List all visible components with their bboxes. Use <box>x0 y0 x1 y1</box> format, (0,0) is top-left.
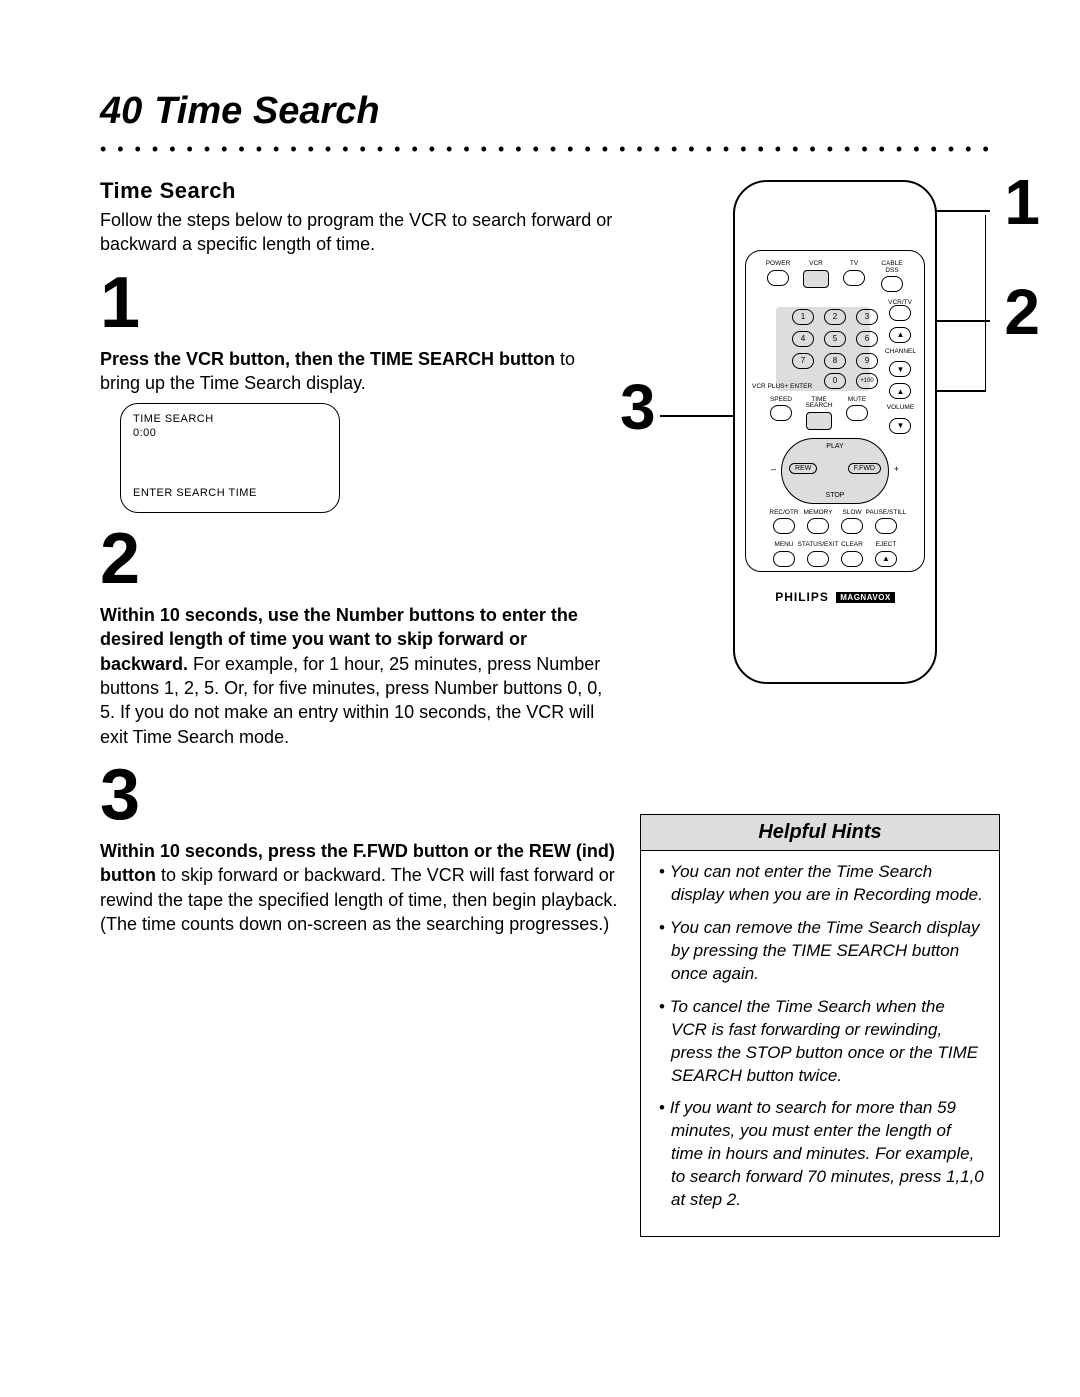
label-vcr: VCR <box>809 261 823 268</box>
status-button[interactable] <box>807 551 829 567</box>
nav-plus: + <box>894 464 899 474</box>
callout-2-bracket <box>985 215 987 390</box>
vcr-display-panel: TIME SEARCH 0:00 ENTER SEARCH TIME <box>120 403 340 513</box>
keypad-3[interactable]: 3 <box>856 309 878 325</box>
label-mute: MUTE <box>848 397 866 404</box>
label-pause: PAUSE/STILL <box>866 510 907 517</box>
hint-item: If you want to search for more than 59 m… <box>659 1097 985 1212</box>
helpful-hints-title: Helpful Hints <box>641 815 999 851</box>
rew-button[interactable]: REW <box>789 463 817 474</box>
page-title: Time Search <box>154 90 379 133</box>
dotted-rule: • • • • • • • • • • • • • • • • • • • • … <box>100 139 1000 160</box>
label-clear: CLEAR <box>841 542 863 549</box>
display-line-1: TIME SEARCH <box>133 412 327 426</box>
label-tv: TV <box>850 261 858 268</box>
keypad-4[interactable]: 4 <box>792 331 814 347</box>
remote-inner: POWER VCR TV CABLE DSS VCR/TV 1 2 <box>745 250 925 572</box>
label-eject: EJECT <box>876 542 897 549</box>
display-line-3: ENTER SEARCH TIME <box>133 486 327 500</box>
stop-button[interactable]: STOP <box>781 492 889 499</box>
transport-pad: PLAY STOP REW F.FWD – + <box>781 438 889 504</box>
hint-item: You can not enter the Time Search displa… <box>659 861 985 907</box>
step-2-body: Within 10 seconds, use the Number button… <box>100 603 620 749</box>
cable-button[interactable] <box>881 276 903 292</box>
keypad-7[interactable]: 7 <box>792 353 814 369</box>
ffwd-button[interactable]: F.FWD <box>848 463 881 474</box>
step-3-rest: to skip forward or backward. The VCR wil… <box>100 865 617 934</box>
page-header: 40 Time Search <box>100 90 1000 133</box>
hint-item: You can remove the Time Search display b… <box>659 917 985 986</box>
remote-illustration: 1 2 3 POWER VCR TV CABLE DSS <box>670 180 1000 684</box>
brand-main: PHILIPS <box>775 590 829 604</box>
label-memory: MEMORY <box>803 510 832 517</box>
label-speed: SPEED <box>770 397 792 404</box>
menu-button[interactable] <box>773 551 795 567</box>
keypad-5[interactable]: 5 <box>824 331 846 347</box>
manual-page: 40 Time Search • • • • • • • • • • • • •… <box>0 0 1080 1016</box>
step-1-body: Press the VCR button, then the TIME SEAR… <box>100 347 620 396</box>
nav-minus: – <box>771 464 776 474</box>
tv-button[interactable] <box>843 270 865 286</box>
label-timesearch: TIME SEARCH <box>805 397 833 410</box>
keypad-6[interactable]: 6 <box>856 331 878 347</box>
right-column: 1 2 3 POWER VCR TV CABLE DSS <box>640 180 1000 1237</box>
play-button[interactable]: PLAY <box>781 443 889 450</box>
label-recotr: REC/OTR <box>769 510 798 517</box>
label-status: STATUS/EXIT <box>798 542 839 549</box>
label-cable: CABLE DSS <box>878 261 906 274</box>
keypad-8[interactable]: 8 <box>824 353 846 369</box>
keypad-0[interactable]: 0 <box>824 373 846 389</box>
hint-item: To cancel the Time Search when the VCR i… <box>659 996 985 1088</box>
helpful-hints-box: Helpful Hints You can not enter the Time… <box>640 814 1000 1237</box>
helpful-hints-list: You can not enter the Time Search displa… <box>641 851 999 1236</box>
keypad-100[interactable]: +100 <box>856 373 878 389</box>
label-slow: SLOW <box>842 510 861 517</box>
brand-sub: MAGNAVOX <box>836 592 895 603</box>
label-power: POWER <box>766 261 791 268</box>
callout-2: 2 <box>1004 280 1040 344</box>
slow-button[interactable] <box>841 518 863 534</box>
pause-button[interactable] <box>875 518 897 534</box>
vcr-button[interactable] <box>803 270 829 288</box>
rec-button[interactable] <box>773 518 795 534</box>
memory-button[interactable] <box>807 518 829 534</box>
step-1-bold: Press the VCR button, then the TIME SEAR… <box>100 349 555 369</box>
label-menu: MENU <box>774 542 793 549</box>
display-line-2: 0:00 <box>133 426 327 440</box>
page-number: 40 <box>100 90 142 133</box>
keypad-2[interactable]: 2 <box>824 309 846 325</box>
eject-button[interactable]: ▲ <box>875 551 897 567</box>
remote-outline: POWER VCR TV CABLE DSS VCR/TV 1 2 <box>733 180 937 684</box>
clear-button[interactable] <box>841 551 863 567</box>
keypad-9[interactable]: 9 <box>856 353 878 369</box>
callout-1: 1 <box>1004 170 1040 234</box>
callout-3: 3 <box>620 375 656 439</box>
keypad-1[interactable]: 1 <box>792 309 814 325</box>
section-intro: Follow the steps below to program the VC… <box>100 208 620 257</box>
power-button[interactable] <box>767 270 789 286</box>
remote-brand: PHILIPS MAGNAVOX <box>735 590 935 604</box>
time-search-button[interactable] <box>806 412 832 430</box>
step-3-body: Within 10 seconds, press the F.FWD butto… <box>100 839 620 936</box>
speed-button[interactable] <box>770 405 792 421</box>
mute-button[interactable] <box>846 405 868 421</box>
